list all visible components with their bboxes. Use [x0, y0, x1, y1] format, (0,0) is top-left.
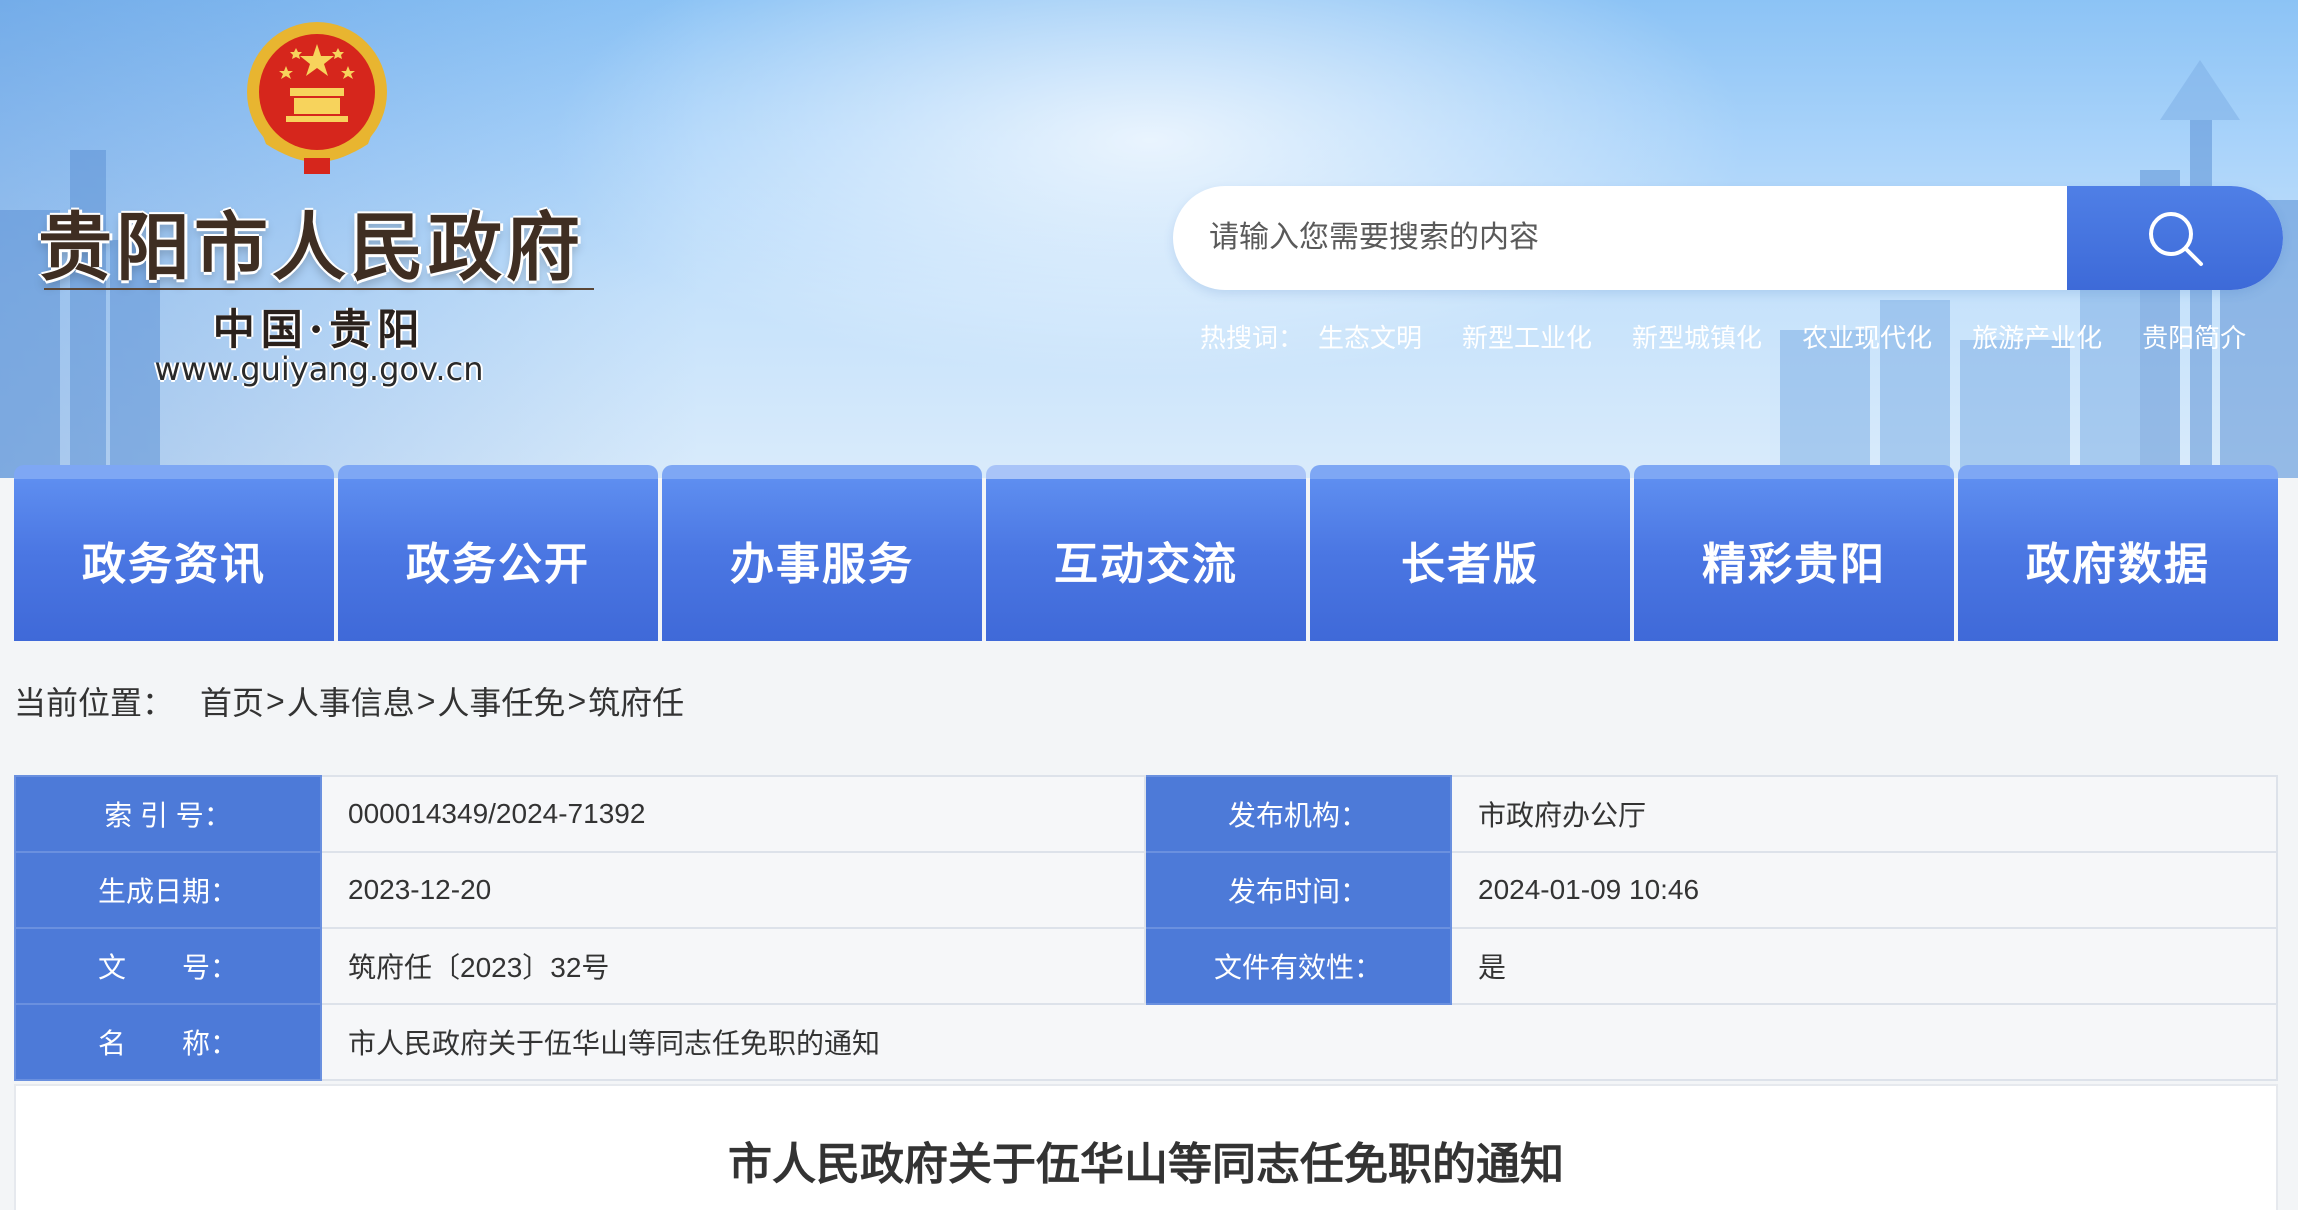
- site-subtitle: 中国·贵阳: [212, 305, 426, 354]
- site-title: 贵阳市人民政府: [38, 205, 584, 291]
- document-number-value: 筑府任〔2023〕32号: [320, 927, 1146, 1005]
- nav-item-interaction[interactable]: 互动交流: [986, 465, 1306, 641]
- breadcrumb-home[interactable]: 首页: [200, 678, 264, 724]
- breadcrumb-appointments[interactable]: 人事任免: [437, 678, 565, 724]
- article-title: 市人民政府关于伍华山等同志任免职的通知: [728, 1140, 1564, 1189]
- title-divider: [44, 288, 594, 290]
- breadcrumb-separator: >: [416, 682, 436, 719]
- hot-word-link[interactable]: 农业现代化: [1802, 318, 1932, 355]
- search-input[interactable]: [1209, 186, 2049, 290]
- header-banner: 贵阳市人民政府 中国·贵阳 www.guiyang.gov.cn 热搜词： 生态…: [0, 0, 2298, 478]
- national-emblem-logo: [247, 22, 387, 174]
- table-row: 名 称： 市人民政府关于伍华山等同志任免职的通知: [14, 1003, 2278, 1081]
- table-row: 生成日期： 2023-12-20 发布时间： 2024-01-09 10:46: [14, 851, 2278, 929]
- site-url: www.guiyang.gov.cn: [154, 350, 484, 388]
- created-date-label: 生成日期：: [14, 851, 322, 929]
- publishing-org-label: 发布机构：: [1144, 775, 1452, 853]
- hot-word-link[interactable]: 生态文明: [1318, 318, 1422, 355]
- index-number-value: 000014349/2024-71392: [320, 775, 1146, 853]
- hot-words-label: 热搜词：: [1200, 323, 1305, 353]
- document-metadata-table: 索 引 号： 000014349/2024-71392 发布机构： 市政府办公厅…: [14, 775, 2278, 1081]
- created-date-value: 2023-12-20: [320, 851, 1146, 929]
- publishing-org-value: 市政府办公厅: [1450, 775, 2278, 853]
- nav-item-wonderful-guiyang[interactable]: 精彩贵阳: [1634, 465, 1954, 641]
- breadcrumb-separator: >: [266, 682, 285, 719]
- search-box: [1173, 186, 2283, 290]
- nav-item-elderly-version[interactable]: 长者版: [1310, 465, 1630, 641]
- hot-words: 热搜词： 生态文明 新型工业化 新型城镇化 农业现代化 旅游产业化 贵阳简介: [1200, 318, 2286, 355]
- breadcrumb-label: 当前位置：: [14, 685, 175, 721]
- index-number-label: 索 引 号：: [14, 775, 322, 853]
- nav-item-open-government[interactable]: 政务公开: [338, 465, 658, 641]
- search-button[interactable]: [2067, 186, 2283, 290]
- validity-label: 文件有效性：: [1144, 927, 1452, 1005]
- hot-word-link[interactable]: 贵阳简介: [2142, 318, 2246, 355]
- hot-word-link[interactable]: 旅游产业化: [1972, 318, 2102, 355]
- breadcrumb-current[interactable]: 筑府任: [588, 678, 684, 724]
- nav-item-news[interactable]: 政务资讯: [14, 465, 334, 641]
- nav-item-government-data[interactable]: 政府数据: [1958, 465, 2278, 641]
- publish-time-label: 发布时间：: [1144, 851, 1452, 929]
- table-row: 文 号： 筑府任〔2023〕32号 文件有效性： 是: [14, 927, 2278, 1005]
- validity-value: 是: [1450, 927, 2278, 1005]
- search-icon: [2149, 212, 2203, 266]
- article-body: 市人民政府关于伍华山等同志任免职的通知: [14, 1084, 2278, 1210]
- hot-word-link[interactable]: 新型城镇化: [1632, 318, 1762, 355]
- hot-word-link[interactable]: 新型工业化: [1462, 318, 1592, 355]
- main-nav: 政务资讯 政务公开 办事服务 互动交流 长者版 精彩贵阳 政府数据: [14, 465, 2298, 641]
- document-number-label: 文 号：: [14, 927, 322, 1005]
- breadcrumb-personnel-info[interactable]: 人事信息: [287, 678, 415, 724]
- breadcrumb: 当前位置： 首页 > 人事信息 > 人事任免 > 筑府任: [14, 676, 684, 726]
- table-row: 索 引 号： 000014349/2024-71392 发布机构： 市政府办公厅: [14, 775, 2278, 853]
- document-name-value: 市人民政府关于伍华山等同志任免职的通知: [320, 1003, 2278, 1081]
- publish-time-value: 2024-01-09 10:46: [1450, 851, 2278, 929]
- document-name-label: 名 称：: [14, 1003, 322, 1081]
- breadcrumb-separator: >: [567, 682, 587, 719]
- nav-item-services[interactable]: 办事服务: [662, 465, 982, 641]
